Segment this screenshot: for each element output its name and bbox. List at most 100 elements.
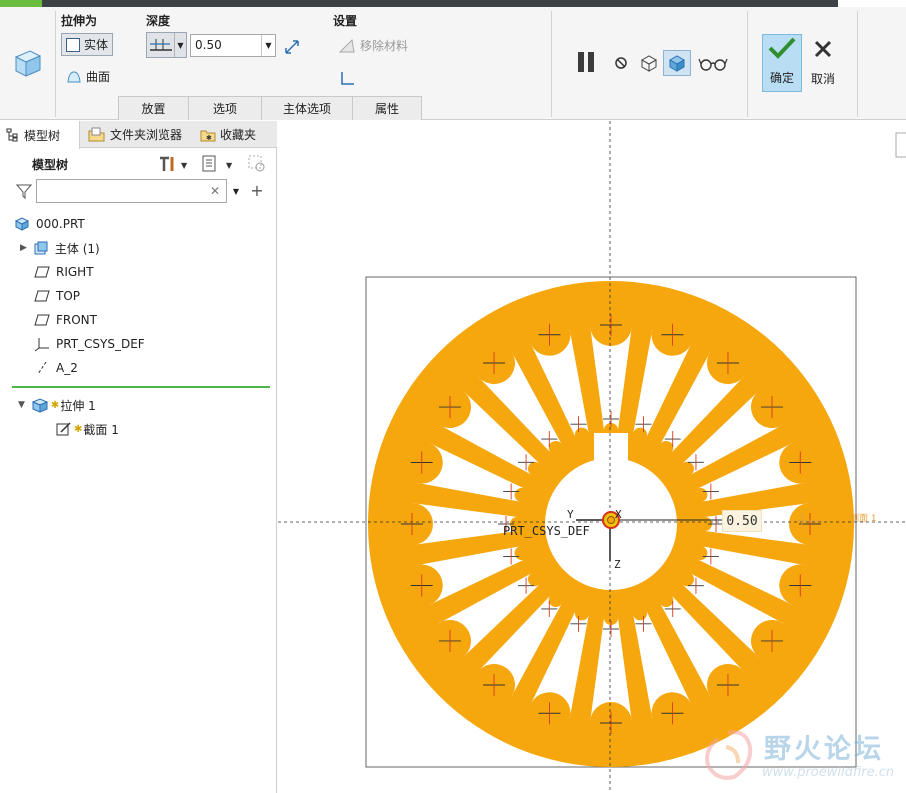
watermark-url: www.proewildfire.cn bbox=[762, 765, 895, 780]
forum-watermark: 野火论坛 www.proewildfire.cn bbox=[698, 721, 904, 789]
separator bbox=[55, 11, 56, 117]
folder-icon bbox=[88, 127, 105, 141]
tab-properties[interactable]: 属性 bbox=[352, 96, 422, 120]
tree-item-right[interactable]: RIGHT bbox=[34, 261, 94, 283]
tree-item-label: PRT_CSYS_DEF bbox=[56, 337, 145, 351]
tab-options[interactable]: 选项 bbox=[188, 96, 262, 120]
tab-folder-browser[interactable]: 文件夹浏览器 bbox=[82, 121, 192, 148]
show-columns-icon[interactable]: ▼ bbox=[199, 153, 237, 175]
extrude-as-title: 拉伸为 bbox=[61, 14, 98, 28]
solid-icon bbox=[66, 37, 80, 52]
view-toolbar-edge[interactable] bbox=[895, 132, 906, 158]
chevron-down-icon[interactable]: ▼ bbox=[261, 35, 275, 56]
tab-model-tree[interactable]: 模型树 bbox=[0, 121, 80, 149]
cancel-label: 取消 bbox=[810, 72, 835, 86]
close-icon bbox=[814, 40, 832, 58]
tree-search-input[interactable]: ✕ bbox=[36, 179, 227, 203]
tab-placement[interactable]: 放置 bbox=[118, 96, 189, 120]
add-icon[interactable]: + bbox=[249, 181, 265, 200]
remove-material-label: 移除材料 bbox=[360, 39, 409, 53]
body-icon bbox=[34, 241, 48, 255]
expand-arrow-icon[interactable]: ▶ bbox=[20, 243, 27, 253]
graphics-window[interactable]: Y X Z PRT_CSYS_DEF 侧面 1 0.50 野火论坛 www.pr… bbox=[278, 121, 906, 793]
confirm-button[interactable]: 确定 bbox=[762, 34, 802, 92]
datum-plane-icon bbox=[34, 290, 50, 302]
tree-item-label: TOP bbox=[56, 289, 81, 303]
depth-value: 0.50 bbox=[195, 38, 222, 52]
tree-item-top[interactable]: TOP bbox=[34, 285, 80, 307]
watermark-title: 野火论坛 bbox=[764, 734, 884, 765]
new-feature-marker-icon: ✱ bbox=[50, 399, 60, 411]
flip-direction-icon[interactable] bbox=[282, 37, 302, 57]
checkmark-icon bbox=[768, 37, 796, 59]
tree-item-part[interactable]: 000.PRT bbox=[14, 213, 85, 235]
tree-filter-icon[interactable] bbox=[245, 153, 269, 175]
axis-z-label: Z bbox=[614, 558, 621, 571]
tree-item-extrude[interactable]: ▼ ✱ 拉伸 1 bbox=[18, 394, 96, 416]
axis-x-label: X bbox=[615, 508, 622, 521]
axis-y-label: Y bbox=[567, 508, 574, 521]
svg-text:▼: ▼ bbox=[226, 161, 233, 170]
tree-item-label: RIGHT bbox=[56, 265, 94, 279]
tree-item-label: A_2 bbox=[56, 361, 78, 375]
new-feature-marker-icon: ✱ bbox=[74, 423, 83, 435]
depth-type-button[interactable]: ▼ bbox=[146, 32, 187, 58]
verify-mode-icon[interactable] bbox=[697, 53, 729, 73]
chevron-down-icon[interactable]: ▼ bbox=[174, 33, 186, 57]
model-tree-header: 模型树 bbox=[32, 158, 69, 172]
surface-label: 曲面 bbox=[86, 70, 111, 84]
svg-text:✱: ✱ bbox=[206, 134, 212, 142]
navigator-tabs: 模型树 文件夹浏览器 ✱ 收藏夹 bbox=[0, 121, 277, 149]
filter-icon[interactable] bbox=[14, 181, 34, 201]
separator bbox=[857, 11, 858, 117]
cancel-button[interactable]: 取消 bbox=[806, 34, 840, 92]
extrude-dashboard: 拉伸为 实体 曲面 深度 ▼ 0.50 ▼ 设置 移除材料 放置 选项 主体选项… bbox=[0, 7, 906, 120]
tree-item-csys[interactable]: PRT_CSYS_DEF bbox=[34, 333, 145, 355]
surface-button[interactable]: 曲面 bbox=[66, 68, 110, 85]
tree-item-label: 拉伸 1 bbox=[60, 398, 96, 413]
tree-item-bodies[interactable]: ▶ 主体 (1) bbox=[20, 237, 100, 259]
solid-label: 实体 bbox=[84, 38, 109, 52]
svg-text:▼: ▼ bbox=[181, 161, 188, 170]
thicken-sketch-icon[interactable] bbox=[339, 69, 356, 86]
csys-label: PRT_CSYS_DEF bbox=[503, 524, 590, 538]
tab-body-options[interactable]: 主体选项 bbox=[261, 96, 353, 120]
tree-item-front[interactable]: FRONT bbox=[34, 309, 97, 331]
solid-button[interactable]: 实体 bbox=[61, 33, 114, 56]
collapse-arrow-icon[interactable]: ▼ bbox=[18, 400, 25, 410]
window-top-strip bbox=[0, 0, 906, 7]
csys-icon bbox=[34, 338, 49, 352]
tree-item-label: 截面 1 bbox=[83, 422, 119, 437]
progress-accent bbox=[0, 0, 42, 7]
datum-plane-icon bbox=[34, 266, 50, 278]
confirm-label: 确定 bbox=[769, 71, 794, 85]
clear-icon[interactable]: ✕ bbox=[208, 183, 222, 199]
no-preview-icon[interactable] bbox=[612, 54, 630, 72]
remove-material-button[interactable]: 移除材料 bbox=[338, 37, 408, 54]
favorites-icon: ✱ bbox=[200, 130, 216, 142]
tab-folder-browser-label: 文件夹浏览器 bbox=[110, 128, 183, 142]
tree-item-label: 主体 (1) bbox=[54, 241, 100, 256]
attached-preview-icon[interactable] bbox=[663, 50, 691, 76]
tree-item-axis[interactable]: A_2 bbox=[34, 357, 78, 379]
model-tree-icon bbox=[6, 128, 18, 142]
extrude-icon bbox=[31, 398, 49, 413]
insert-indicator[interactable] bbox=[12, 386, 270, 388]
part-viewport[interactable]: Y X Z PRT_CSYS_DEF 侧面 1 bbox=[278, 121, 906, 793]
blind-depth-icon bbox=[150, 39, 172, 51]
tree-item-label: FRONT bbox=[56, 313, 97, 327]
remove-material-icon bbox=[338, 38, 355, 52]
settings-tools-icon[interactable]: ▼ bbox=[156, 153, 192, 175]
tab-favorites[interactable]: ✱ 收藏夹 bbox=[194, 121, 274, 148]
pause-icon[interactable] bbox=[573, 49, 599, 75]
separator bbox=[551, 11, 552, 117]
separate-preview-icon[interactable] bbox=[637, 51, 661, 75]
chevron-down-icon[interactable]: ▼ bbox=[231, 184, 241, 198]
tree-item-section[interactable]: ✱ 截面 1 bbox=[56, 418, 119, 440]
navigator-panel: 模型树 文件夹浏览器 ✱ 收藏夹 模型树 ▼ ▼ ✕ ▼ + 000.PRT ▶… bbox=[0, 121, 277, 793]
depth-value-field[interactable]: 0.50 ▼ bbox=[190, 34, 276, 57]
side-label: 侧面 1 bbox=[850, 512, 877, 524]
depth-dimension-label[interactable]: 0.50 bbox=[722, 510, 762, 532]
tab-model-tree-label: 模型树 bbox=[24, 128, 61, 143]
separator bbox=[747, 11, 748, 117]
